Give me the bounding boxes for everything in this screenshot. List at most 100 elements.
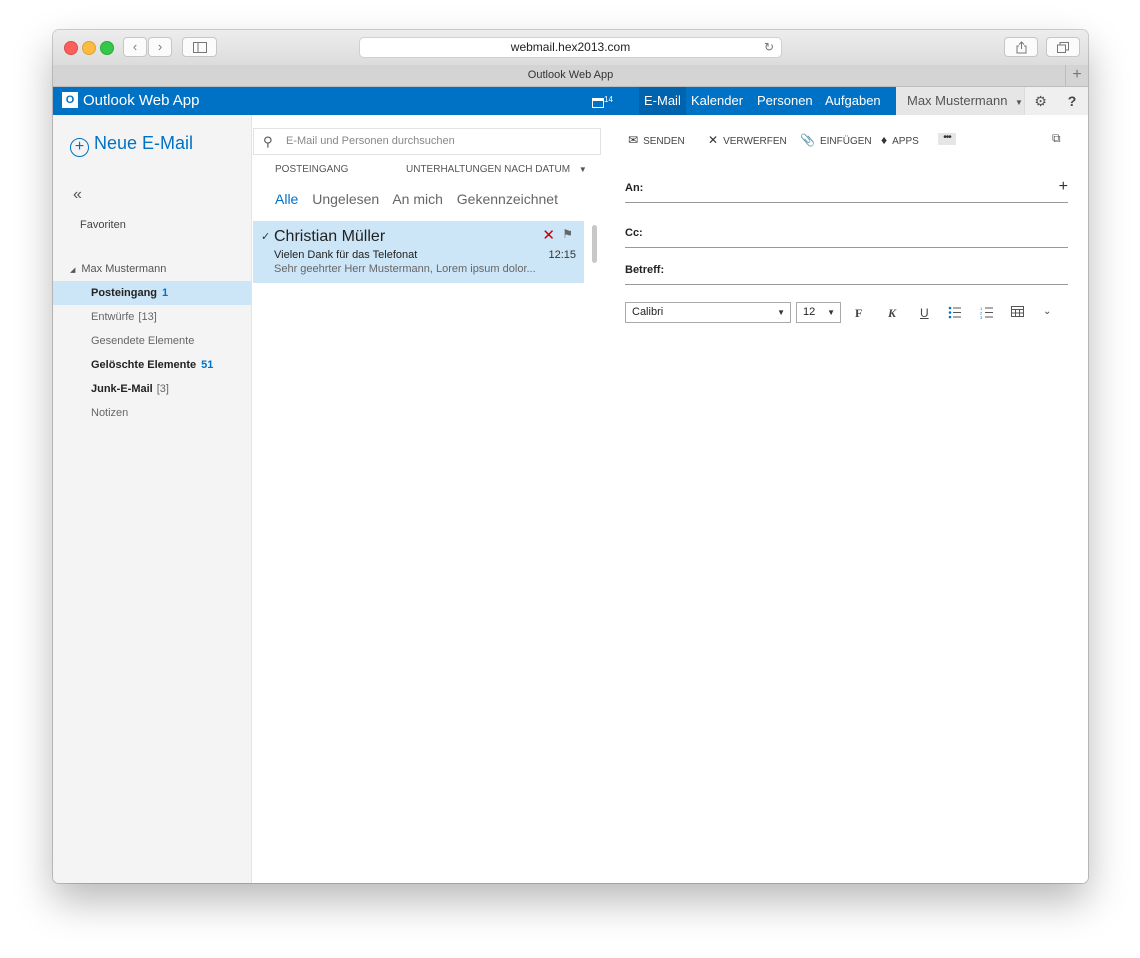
scrollbar[interactable] xyxy=(592,225,597,263)
close-window-button[interactable] xyxy=(64,41,78,55)
calendar-reminder-button[interactable]: 14 xyxy=(592,87,613,115)
share-button[interactable] xyxy=(1004,37,1038,57)
chevron-right-icon: › xyxy=(157,39,163,54)
item-count: [3] xyxy=(156,383,169,395)
address-bar[interactable]: webmail.hex2013.com ↻ xyxy=(359,37,782,58)
folder-posteingang[interactable]: Posteingang 1 xyxy=(53,281,251,305)
plus-circle-icon: + xyxy=(70,138,89,157)
send-label: SENDEN xyxy=(643,136,685,147)
font-select[interactable]: Calibri ▼ xyxy=(625,302,791,323)
message-list-pane: ⚲ E-Mail und Personen durchsuchen POSTEI… xyxy=(251,115,604,883)
italic-button[interactable]: K xyxy=(888,306,896,321)
forward-button[interactable]: › xyxy=(148,37,172,57)
sort-dropdown[interactable]: UNTERHALTUNGEN NACH DATUM ▼ xyxy=(406,164,587,175)
filter-alle[interactable]: Alle xyxy=(275,191,298,207)
zoom-window-button[interactable] xyxy=(100,41,114,55)
back-button[interactable]: ‹ xyxy=(123,37,147,57)
chevron-down-icon: ▼ xyxy=(578,165,587,174)
new-tab-button[interactable]: + xyxy=(1065,65,1088,86)
subject-label: Betreff: xyxy=(625,264,665,276)
underline-button[interactable]: U xyxy=(920,306,929,320)
cc-field[interactable]: Cc: xyxy=(625,227,1068,248)
user-name: Max Mustermann xyxy=(907,93,1008,108)
outlook-logo-icon: O xyxy=(62,92,78,108)
tabs-icon xyxy=(1057,42,1069,53)
folder-label: Entwürfe xyxy=(91,311,135,323)
sort-label: UNTERHALTUNGEN NACH DATUM xyxy=(406,164,571,175)
help-button[interactable]: ? xyxy=(1056,87,1088,115)
numbered-list-icon[interactable]: 123 xyxy=(980,306,994,322)
folder-pane: + Neue E-Mail « Favoriten ◢ Max Mustermann… xyxy=(53,115,251,883)
table-icon[interactable] xyxy=(1011,306,1024,320)
to-label: An: xyxy=(625,182,644,194)
folder-entwuerfe[interactable]: Entwürfe [13] xyxy=(53,305,251,329)
bullet-list-icon[interactable] xyxy=(948,306,962,322)
nav-personen[interactable]: Personen xyxy=(757,87,813,115)
more-options-button[interactable]: ••• xyxy=(938,133,956,145)
app-logo[interactable]: O Outlook Web App xyxy=(62,92,199,110)
new-mail-button[interactable]: + Neue E-Mail xyxy=(70,132,193,157)
nav-kalender[interactable]: Kalender xyxy=(691,87,743,115)
minimize-window-button[interactable] xyxy=(82,41,96,55)
app-header: O Outlook Web App 14 E-Mail Kalender Pers… xyxy=(53,87,1088,115)
browser-toolbar: ‹ › webmail.hex2013.com ↻ xyxy=(53,30,1088,66)
font-size-select[interactable]: 12 ▼ xyxy=(796,302,841,323)
insert-button[interactable]: 📎 EINFÜGEN xyxy=(800,133,872,147)
search-input[interactable]: ⚲ E-Mail und Personen durchsuchen xyxy=(253,128,601,155)
discard-button[interactable]: ✕ VERWERFEN xyxy=(708,133,787,147)
tab-bar: Outlook Web App + xyxy=(53,65,1088,87)
filter-an-mich[interactable]: An mich xyxy=(392,191,443,207)
url-text: webmail.hex2013.com xyxy=(510,40,631,54)
folder-junk-e-mail[interactable]: Junk-E-Mail [3] xyxy=(53,377,251,401)
discard-label: VERWERFEN xyxy=(723,136,787,147)
tabs-overview-button[interactable] xyxy=(1046,37,1080,57)
popout-icon[interactable]: ⧉ xyxy=(1052,131,1061,146)
list-item[interactable]: ✓ Christian Müller ✕ ⚑ Vielen Dank für d… xyxy=(253,221,584,283)
folder-gesendete-elemente[interactable]: Gesendete Elemente xyxy=(53,329,251,353)
folder-label: Notizen xyxy=(91,407,129,419)
folder-geloeschte-elemente[interactable]: Gelöschte Elemente 51 xyxy=(53,353,251,377)
calendar-icon xyxy=(592,98,604,108)
search-icon: ⚲ xyxy=(263,134,273,149)
folder-label: Posteingang xyxy=(91,287,158,299)
add-recipient-icon[interactable]: + xyxy=(1059,178,1068,196)
search-placeholder: E-Mail und Personen durchsuchen xyxy=(286,135,455,147)
collapse-pane-button[interactable]: « xyxy=(73,186,82,204)
calendar-count: 14 xyxy=(604,95,613,104)
account-name: Max Mustermann xyxy=(81,263,167,275)
insert-label: EINFÜGEN xyxy=(819,136,872,147)
chevron-down-icon: ▼ xyxy=(777,308,785,317)
sidebar-toggle-button[interactable] xyxy=(182,37,217,57)
flag-icon[interactable]: ⚑ xyxy=(562,227,573,241)
nav-email[interactable]: E-Mail xyxy=(639,87,686,115)
compose-pane: ✉ SENDEN ✕ VERWERFEN 📎 EINFÜGEN ♦ APPS ••• ⧉… xyxy=(603,115,1088,883)
browser-window: ‹ › webmail.hex2013.com ↻ Outlook Web Ap… xyxy=(53,30,1088,883)
unread-count: 51 xyxy=(201,359,214,371)
subject-field[interactable]: Betreff: xyxy=(625,264,1068,285)
filter-ungelesen[interactable]: Ungelesen xyxy=(312,191,379,207)
user-menu[interactable]: Max Mustermann ▼ xyxy=(896,87,1024,115)
nav-aufgaben[interactable]: Aufgaben xyxy=(825,87,881,115)
filter-gekennzeichnet[interactable]: Gekennzeichnet xyxy=(457,191,558,207)
account-header[interactable]: ◢ Max Mustermann xyxy=(70,263,166,275)
share-icon xyxy=(1016,41,1026,54)
folder-notizen[interactable]: Notizen xyxy=(53,401,251,425)
sidebar-icon xyxy=(192,42,207,53)
app-name: Outlook Web App xyxy=(83,92,200,109)
favorites-header[interactable]: Favoriten xyxy=(80,219,126,231)
tab-outlook-web-app[interactable]: Outlook Web App xyxy=(528,69,613,81)
gear-icon: ⚙ xyxy=(1034,93,1047,109)
send-button[interactable]: ✉ SENDEN xyxy=(628,133,685,147)
apps-button[interactable]: ♦ APPS xyxy=(881,133,919,147)
expand-toolbar-icon[interactable]: ⌄ xyxy=(1043,306,1051,317)
message-sender: Christian Müller xyxy=(274,228,386,245)
bold-button[interactable]: F xyxy=(855,306,862,321)
checkmark-icon[interactable]: ✓ xyxy=(261,230,270,243)
reload-icon[interactable]: ↻ xyxy=(764,38,774,57)
paperclip-icon: 📎 xyxy=(800,133,815,147)
settings-button[interactable]: ⚙ xyxy=(1024,87,1056,115)
delete-icon[interactable]: ✕ xyxy=(542,226,555,244)
close-icon: ✕ xyxy=(708,133,719,147)
to-field[interactable]: An: + xyxy=(625,178,1068,203)
message-preview: Sehr geehrter Herr Mustermann, Lorem ips… xyxy=(274,263,536,275)
